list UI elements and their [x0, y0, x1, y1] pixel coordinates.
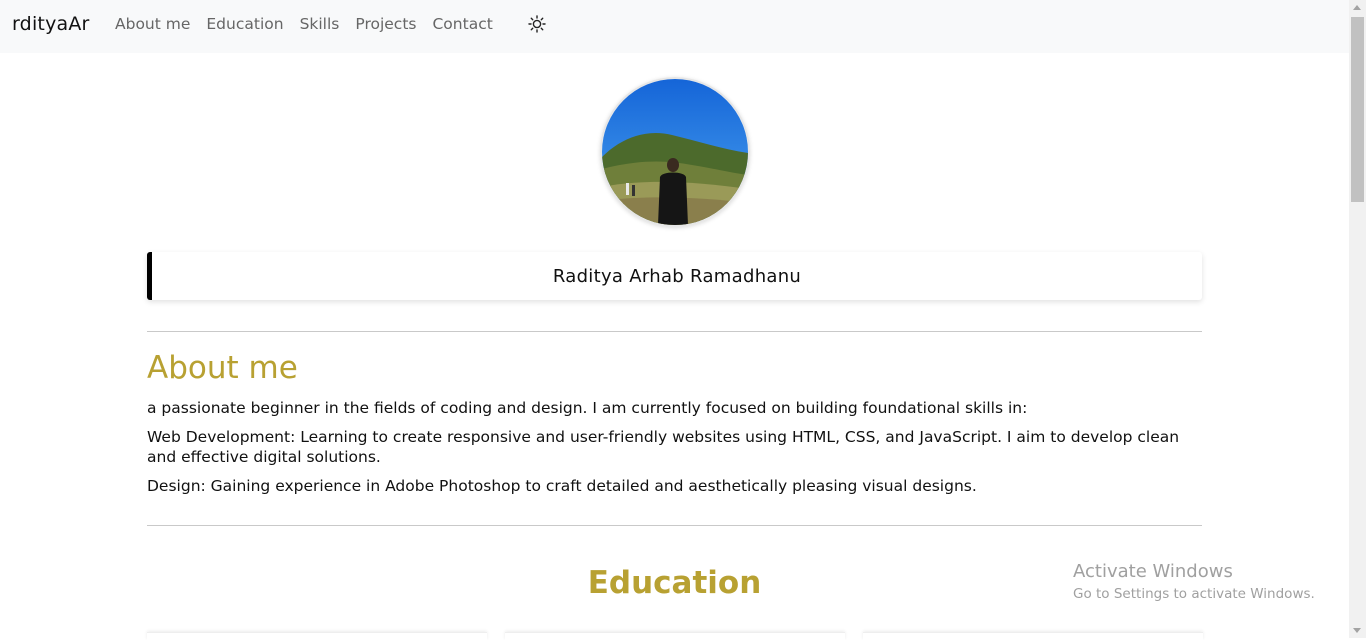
nav-link-education[interactable]: Education: [206, 15, 283, 33]
scroll-up-arrow-icon[interactable]: [1353, 5, 1361, 10]
about-title: About me: [147, 350, 298, 386]
navbar: rdityaAr About me Education Skills Proje…: [0, 0, 1349, 53]
about-paragraph: Design: Gaining experience in Adobe Phot…: [147, 477, 977, 495]
profile-name-card: Raditya Arhab Ramadhanu: [147, 252, 1202, 300]
section-divider: [147, 525, 1202, 526]
scroll-down-arrow-icon[interactable]: [1353, 628, 1361, 633]
education-card: [505, 632, 845, 640]
nav-link-skills[interactable]: Skills: [300, 15, 340, 33]
nav-link-about[interactable]: About me: [115, 15, 190, 33]
page-scrollbar[interactable]: [1349, 0, 1366, 638]
windows-activation-subtitle: Go to Settings to activate Windows.: [1073, 586, 1315, 602]
sun-icon[interactable]: [527, 14, 547, 34]
education-card: [863, 632, 1203, 640]
education-card: [147, 632, 487, 640]
about-paragraph: Web Development: Learning to create resp…: [147, 428, 1180, 466]
profile-avatar: [600, 77, 750, 227]
profile-name: Raditya Arhab Ramadhanu: [552, 265, 802, 287]
brand-logo[interactable]: rdityaAr: [12, 13, 90, 35]
about-body: a passionate beginner in the fields of c…: [147, 398, 1207, 505]
nav-link-projects[interactable]: Projects: [355, 15, 416, 33]
about-paragraph: a passionate beginner in the fields of c…: [147, 399, 1028, 417]
nav-link-contact[interactable]: Contact: [432, 15, 492, 33]
windows-activation-title: Activate Windows: [1073, 561, 1233, 582]
nav-links: About me Education Skills Projects Conta…: [115, 15, 509, 33]
section-divider: [147, 331, 1202, 332]
scroll-thumb[interactable]: [1351, 17, 1364, 202]
